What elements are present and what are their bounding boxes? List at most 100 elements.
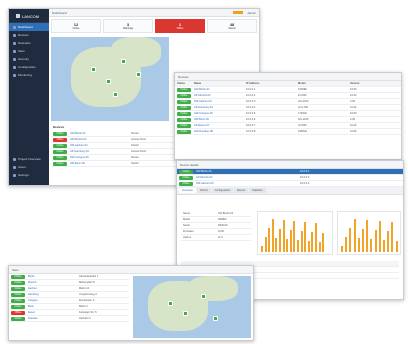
info-value: 12 d [217,236,223,239]
device-name-link[interactable]: AP-Essen-07 [194,124,243,127]
map-pin[interactable] [91,67,96,72]
device-name-link[interactable]: AP-Munich-02 [196,176,297,179]
sidebar-item[interactable]: Dashboard [9,23,49,31]
kpi-label: Clients [228,27,236,30]
device-name-link[interactable]: GW-Cologne-05 [194,112,243,115]
chart-bar [286,239,289,252]
status-badge: Online [53,161,67,166]
notification-badge[interactable] [233,11,244,14]
sidebar-item[interactable]: Devices [9,31,49,39]
device-model: LN-830 [298,94,307,97]
site-name-link[interactable]: Berlin [28,275,76,278]
site-name-link[interactable]: Cologne [28,299,76,302]
sidebar-item-label: Devices [18,33,29,37]
site-name-link[interactable]: Hamburg [28,293,76,296]
site-address: Altmarkt 1 [79,317,91,320]
device-name-link[interactable]: SW-Aachen-03 [196,182,297,185]
column-header[interactable]: Name [194,82,243,85]
status-badge: Online [177,117,191,122]
device-name-link[interactable]: GW-Berlin-01 [70,132,128,135]
devices-panel-title: Devices [53,125,65,129]
user-menu[interactable]: Admin [247,11,256,15]
site-name-link[interactable]: Essen [28,311,76,314]
kpi-card[interactable]: 48 Clients [207,19,257,33]
column-header[interactable]: Version [350,82,399,85]
sidebar-item-label: Project Overview [18,157,41,161]
device-name-link[interactable]: AP-Hamburg-04 [70,150,128,153]
sidebar-item[interactable]: Networks [9,39,49,47]
site-address: Markt 2 [79,305,88,308]
device-name-link[interactable]: AP-Munich-02 [194,94,243,97]
table-row[interactable]: Online Dresden Altmarkt 1 [9,316,129,322]
status-badge: Online [11,304,25,309]
kpi-card[interactable]: 3 Warnings [103,19,153,33]
sidebar-item[interactable]: Monitoring [9,71,49,79]
nav-icon [13,165,16,169]
site-name-link[interactable]: Aachen [28,287,76,290]
device-name-link[interactable]: GW-Dresden-08 [194,130,243,133]
device-name-link[interactable]: AP-Hamburg-04 [194,106,243,109]
map-pin[interactable] [168,301,173,306]
map-pin[interactable] [106,79,111,84]
sites-map[interactable] [133,276,251,338]
site-name-link[interactable]: Bonn [28,305,76,308]
chart-bar [378,221,381,252]
sidebar-item[interactable]: Security [9,55,49,63]
site-name-link[interactable]: Dresden [28,317,76,320]
device-model: GS-2310 [298,100,309,103]
map-pin[interactable] [201,294,206,299]
map-pin[interactable] [113,92,118,97]
brand-logo: LANCOM [9,9,49,23]
detail-tab[interactable]: Overview [179,188,196,193]
sidebar-bottom-item[interactable]: Settings [9,171,49,179]
device-name-link[interactable]: GW-Berlin-01 [194,88,243,91]
nav-icon [13,57,16,61]
info-key: Name [183,212,190,215]
device-name-link[interactable]: AP-Munich-02 [70,138,128,141]
sidebar-item[interactable]: Sites [9,47,49,55]
device-name-link[interactable]: SW-Bonn-06 [70,162,128,165]
map-pin[interactable] [183,311,188,316]
device-name-link[interactable]: SW-Aachen-03 [194,100,243,103]
chart-bar [282,220,285,252]
detail-tab-bar: Overview Clients Configuration Events Statis… [177,187,403,195]
firmware-version: 10.50 [350,88,357,91]
sidebar-item-label: Users [18,165,26,169]
device-name-link[interactable]: GW-Berlin-01 [196,170,297,173]
detail-tab[interactable]: Events [234,188,249,193]
chart-bar [293,221,296,252]
kpi-card[interactable]: 1 Offline [155,19,205,33]
column-header[interactable]: IP Address [246,82,295,85]
detail-tab[interactable]: Configuration [211,188,234,193]
device-name-link[interactable]: SW-Aachen-03 [70,144,128,147]
sidebar-item[interactable]: Configuration [9,63,49,71]
sidebar-item-label: Configuration [18,65,36,69]
kpi-card[interactable]: 12 Online [51,19,101,33]
status-badge: Online [179,181,193,186]
network-map[interactable] [51,37,169,121]
map-pin[interactable] [121,59,126,64]
info-row: Uptime 12 d [181,235,251,241]
status-badge: Online [177,105,191,110]
map-pin[interactable] [136,72,141,77]
device-name-link[interactable]: GW-Cologne-05 [70,156,128,159]
chart-bar [362,229,364,252]
status-badge: Offline [53,137,67,142]
column-header[interactable]: Status [177,82,191,85]
table-row[interactable]: Online GW-Dresden-08 10.0.0.8 1906VA 10.50 [175,129,401,135]
detail-tab[interactable]: Statistics [249,188,266,193]
detail-tab[interactable]: Clients [196,188,211,193]
device-name-link[interactable]: SW-Bonn-06 [194,118,243,121]
map-pin[interactable] [213,316,218,321]
chart-bar [300,231,303,252]
ip-address: 10.0.0.1 [246,88,256,91]
table-row[interactable]: Online SW-Bonn-06 Switch [51,161,191,167]
sidebar-bottom-item[interactable]: Users [9,163,49,171]
site-name-link[interactable]: Munich [28,281,76,284]
column-header[interactable]: Model [298,82,347,85]
info-value: 10.50 [217,230,225,233]
sites-titlebar: Sites [9,266,253,274]
chart-bar [264,237,267,252]
device-info-panel: Name GW-Berlin-01 Model 1900EF Serial 4003123… [181,211,251,241]
sidebar-bottom-item[interactable]: Project Overview [9,155,49,163]
